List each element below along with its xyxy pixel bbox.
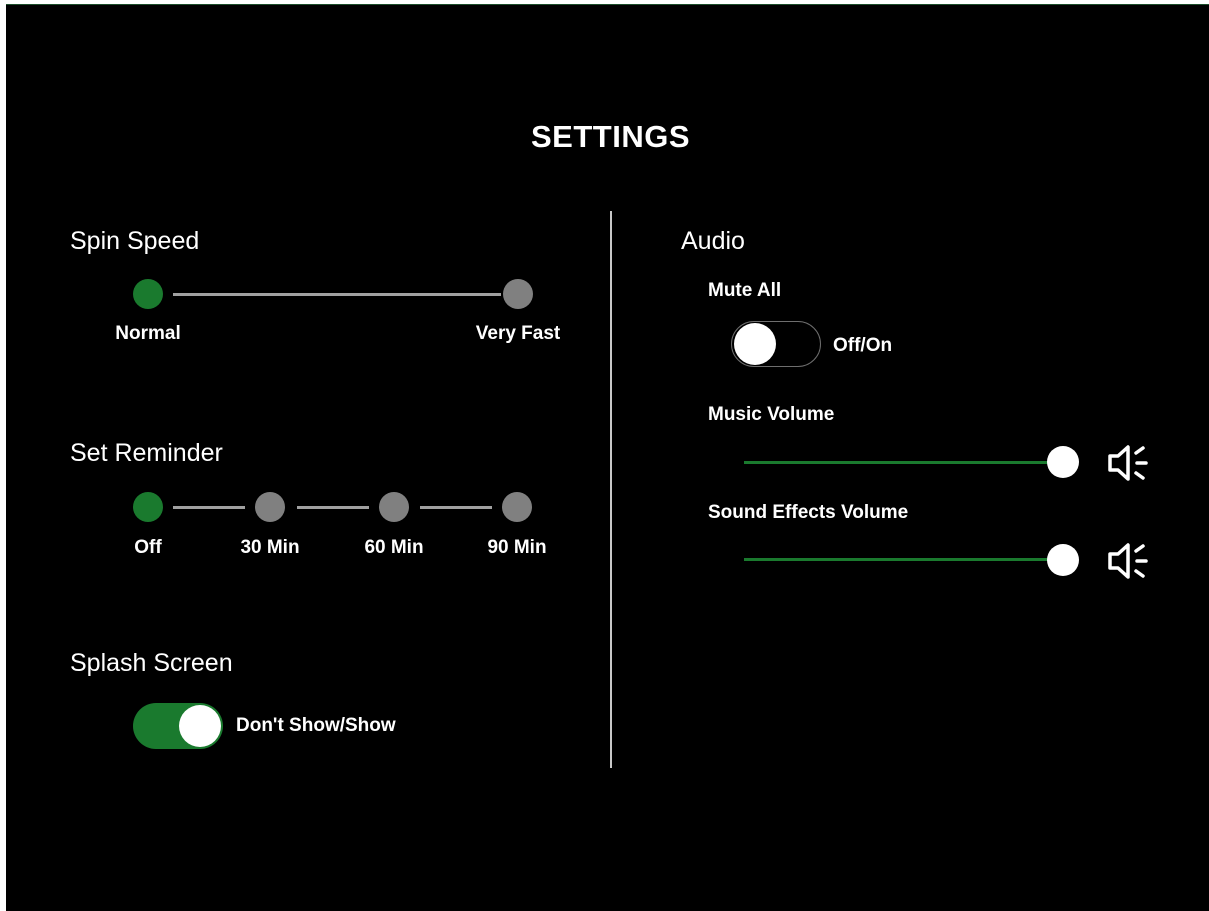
reminder-label-30-min: 30 Min [240, 537, 300, 558]
music-volume-slider[interactable] [744, 461, 1058, 464]
spin-speed-option-very-fast[interactable] [503, 279, 533, 309]
settings-screen: SETTINGS Spin Speed Normal Very Fast Set… [6, 4, 1209, 911]
sound-effects-volume-label: Sound Effects Volume [708, 502, 909, 523]
reminder-line-2 [297, 506, 369, 509]
spin-speed-label-normal: Normal [115, 323, 181, 344]
reminder-option-off[interactable] [133, 492, 163, 522]
mute-all-toggle[interactable] [731, 321, 821, 367]
splash-screen-title: Splash Screen [70, 649, 233, 677]
column-divider [610, 211, 612, 768]
page-title: SETTINGS [530, 119, 690, 154]
speaker-icon[interactable] [1106, 539, 1152, 583]
reminder-label-60-min: 60 Min [364, 537, 424, 558]
music-volume-label: Music Volume [708, 404, 835, 425]
sound-effects-volume-slider[interactable] [744, 558, 1058, 561]
speaker-icon[interactable] [1106, 441, 1152, 485]
toggle-knob [179, 705, 221, 747]
mute-all-label: Mute All [708, 280, 782, 301]
spin-speed-line [173, 293, 501, 296]
reminder-option-30-min[interactable] [255, 492, 285, 522]
reminder-line-1 [173, 506, 245, 509]
spin-speed-option-normal[interactable] [133, 279, 163, 309]
reminder-label-90-min: 90 Min [487, 537, 547, 558]
splash-screen-toggle[interactable] [133, 703, 223, 749]
spin-speed-label-very-fast: Very Fast [475, 323, 561, 344]
reminder-line-3 [420, 506, 492, 509]
splash-screen-toggle-label: Don't Show/Show [236, 715, 396, 736]
audio-title: Audio [681, 227, 745, 255]
sound-effects-volume-thumb[interactable] [1047, 544, 1079, 576]
toggle-knob [734, 323, 776, 365]
spin-speed-title: Spin Speed [70, 227, 200, 255]
set-reminder-title: Set Reminder [70, 439, 223, 467]
reminder-option-90-min[interactable] [502, 492, 532, 522]
music-volume-thumb[interactable] [1047, 446, 1079, 478]
reminder-label-off: Off [134, 537, 162, 558]
mute-all-toggle-label: Off/On [833, 335, 893, 356]
reminder-option-60-min[interactable] [379, 492, 409, 522]
